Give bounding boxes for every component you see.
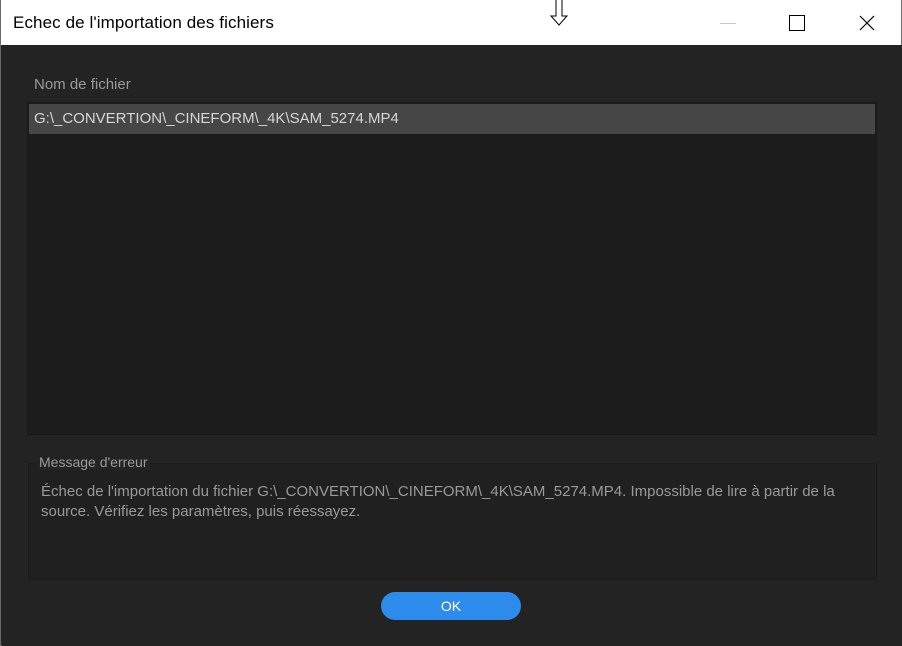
ok-button[interactable]: OK [381,592,521,620]
title-bar[interactable]: Echec de l'importation des fichiers [1,0,901,45]
minimize-icon [720,15,736,31]
mouse-cursor-icon [549,0,569,33]
file-list[interactable]: G:\_CONVERTION\_CINEFORM\_4K\SAM_5274.MP… [27,102,877,435]
file-list-item[interactable]: G:\_CONVERTION\_CINEFORM\_4K\SAM_5274.MP… [29,104,875,134]
file-list-header: Nom de fichier [34,76,131,93]
minimize-button[interactable] [705,0,751,45]
dialog-content: Nom de fichier G:\_CONVERTION\_CINEFORM\… [2,45,902,646]
maximize-button[interactable] [774,0,820,45]
close-icon [859,15,875,31]
window-title: Echec de l'importation des fichiers [13,13,274,32]
error-message-group: Message d'erreur Échec de l'importation … [28,454,877,580]
error-message-text: Échec de l'importation du fichier G:\_CO… [41,483,835,520]
dialog-window: Echec de l'importation des fichiers Nom … [0,0,902,646]
error-message-label: Message d'erreur [37,454,150,470]
close-button[interactable] [844,0,890,45]
maximize-icon [789,14,805,31]
